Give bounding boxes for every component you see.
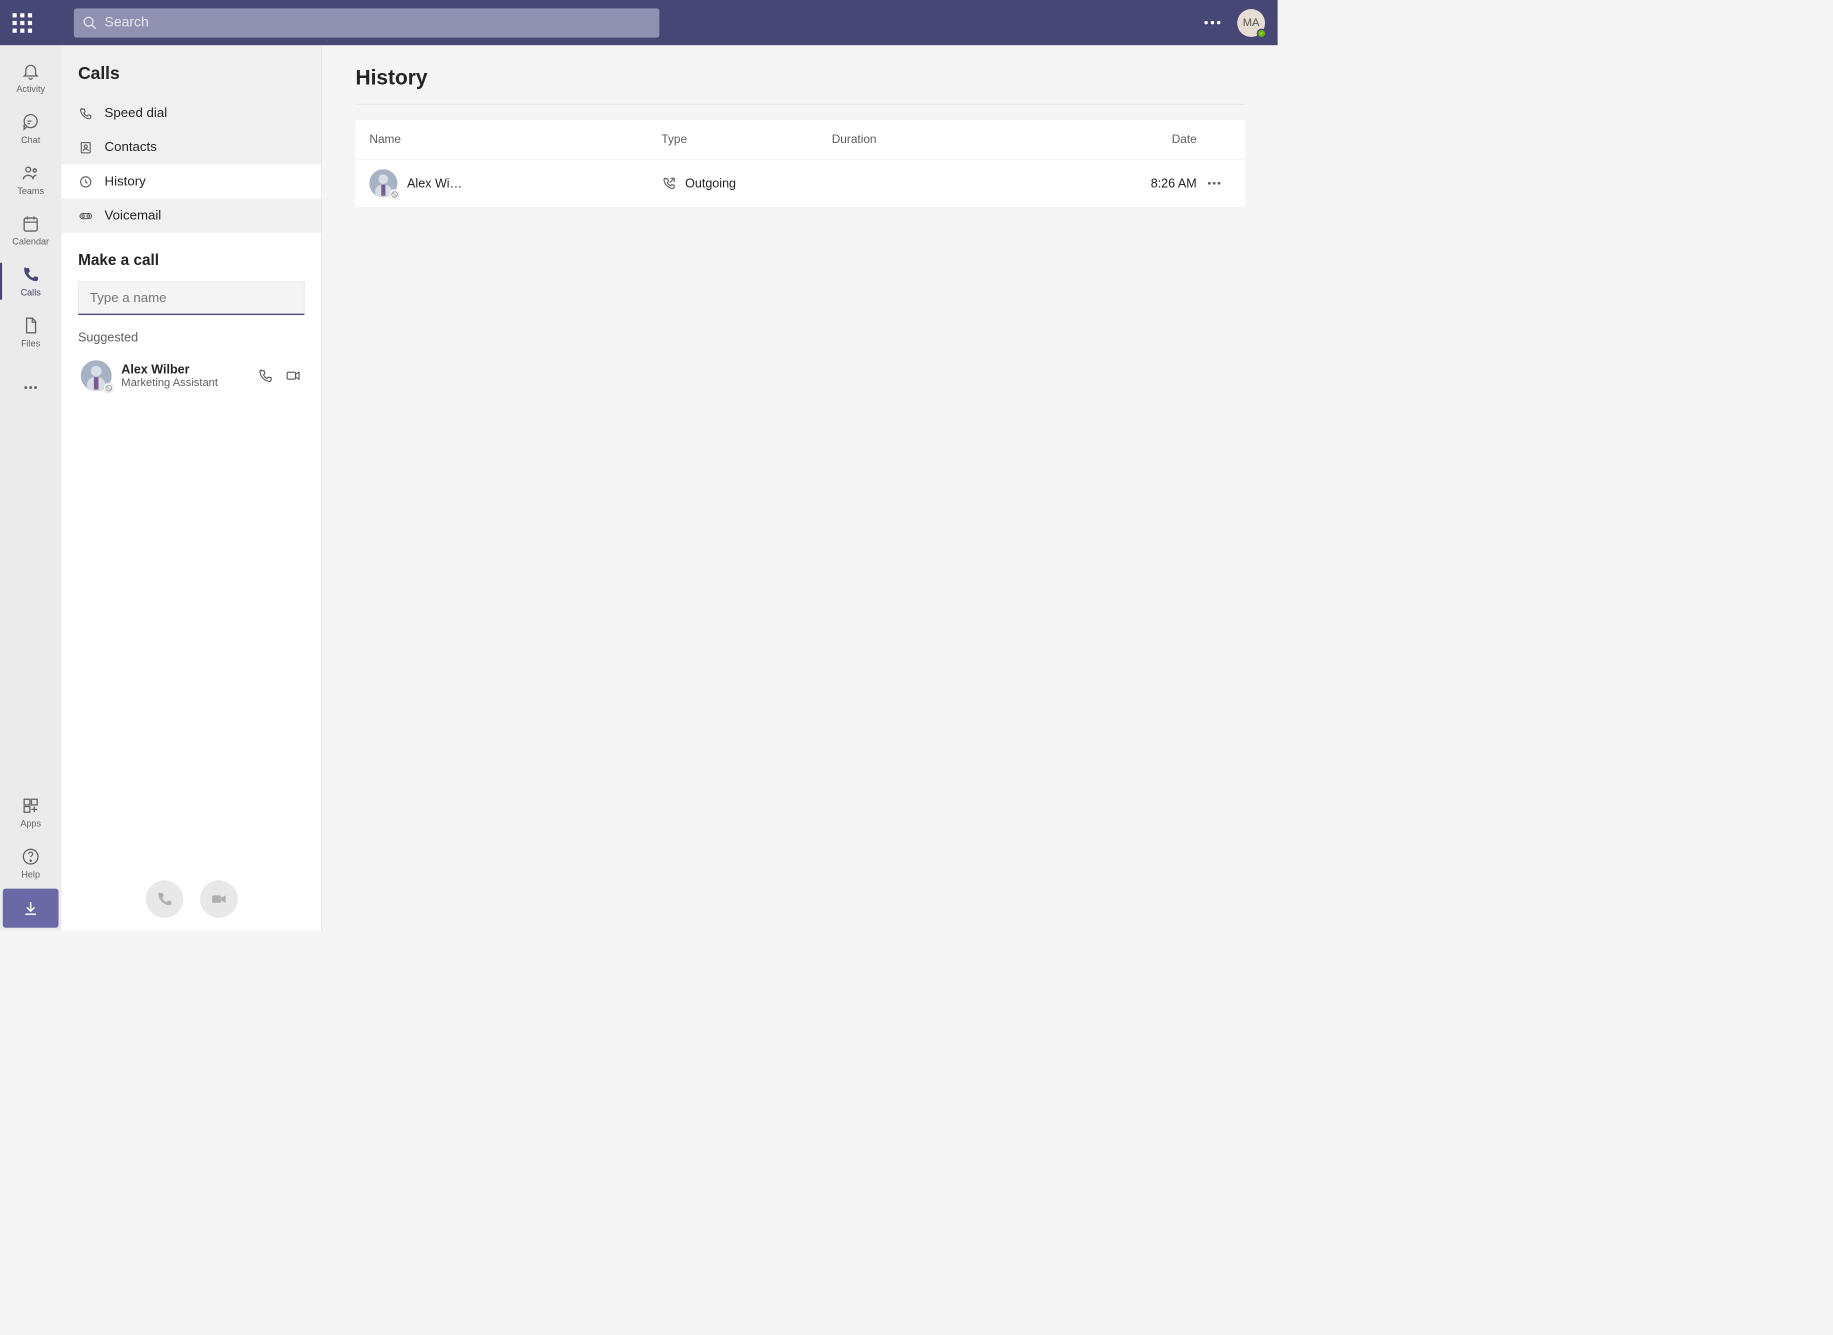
search-box[interactable] <box>74 8 659 37</box>
video-call-button[interactable] <box>200 880 238 918</box>
video-call-icon[interactable] <box>285 367 302 384</box>
contact-title: Marketing Assistant <box>121 377 219 390</box>
row-avatar <box>369 169 397 197</box>
rail-teams[interactable]: Teams <box>0 154 61 205</box>
phone-fill-icon <box>155 890 173 908</box>
more-options-icon[interactable] <box>1204 21 1220 24</box>
history-icon <box>78 174 93 189</box>
row-type: Outgoing <box>685 176 736 191</box>
rail-chat[interactable]: Chat <box>0 103 61 154</box>
rail-help[interactable]: Help <box>0 838 61 889</box>
name-input-wrapper[interactable] <box>78 282 305 315</box>
col-type[interactable]: Type <box>661 132 831 146</box>
avatar-initials: MA <box>1243 16 1260 29</box>
audio-call-icon[interactable] <box>257 367 274 384</box>
phone-icon <box>21 265 41 285</box>
table-row[interactable]: Alex Wi… Outgoing 8:26 AM <box>355 160 1245 207</box>
table-header: Name Type Duration Date <box>355 120 1245 160</box>
outgoing-call-icon <box>661 176 676 191</box>
name-input[interactable] <box>90 290 293 305</box>
top-bar: MA <box>0 0 1278 45</box>
contact-name: Alex Wilber <box>121 362 247 377</box>
rail-calendar[interactable]: Calendar <box>0 205 61 256</box>
rail-files[interactable]: Files <box>0 307 61 358</box>
audio-call-button[interactable] <box>145 880 183 918</box>
presence-offline-icon <box>103 383 113 393</box>
rail-more[interactable] <box>0 362 61 413</box>
row-date: 8:26 AM <box>1026 176 1196 191</box>
download-icon <box>22 899 40 917</box>
phone-outline-icon <box>78 106 93 121</box>
bell-icon <box>21 61 41 81</box>
history-table: Name Type Duration Date Alex W <box>355 120 1245 207</box>
rail-apps[interactable]: Apps <box>0 787 61 838</box>
video-fill-icon <box>209 890 227 908</box>
presence-available-icon <box>1257 28 1267 38</box>
apps-icon <box>21 796 41 816</box>
help-icon <box>21 847 41 867</box>
row-name: Alex Wi… <box>407 176 462 191</box>
app-rail: Activity Chat Teams Calendar Calls Files <box>0 45 61 930</box>
col-name[interactable]: Name <box>369 132 661 146</box>
voicemail-icon <box>78 208 93 223</box>
suggested-label: Suggested <box>78 330 305 345</box>
file-icon <box>21 316 41 336</box>
rail-calls[interactable]: Calls <box>0 256 61 307</box>
search-input[interactable] <box>105 15 651 31</box>
app-launcher-icon[interactable] <box>13 13 33 33</box>
suggested-contact[interactable]: Alex Wilber Marketing Assistant <box>78 356 305 395</box>
history-panel: History Name Type Duration Date <box>322 45 1278 930</box>
col-duration[interactable]: Duration <box>832 132 1027 146</box>
make-a-call: Make a call Suggested Alex Wilber Market… <box>61 233 321 931</box>
nav-voicemail[interactable]: Voicemail <box>61 199 321 233</box>
rail-activity[interactable]: Activity <box>0 52 61 103</box>
calls-sidebar: Calls Speed dial Contacts History Voicem… <box>61 45 322 930</box>
contact-avatar <box>81 360 112 391</box>
search-icon <box>82 15 97 30</box>
history-title: History <box>355 66 1245 104</box>
col-date[interactable]: Date <box>1026 132 1196 146</box>
contacts-icon <box>78 140 93 155</box>
download-button[interactable] <box>3 889 59 928</box>
chat-icon <box>21 112 41 132</box>
make-call-title: Make a call <box>78 251 305 269</box>
teams-icon <box>21 163 41 183</box>
calls-nav: Speed dial Contacts History Voicemail <box>61 96 321 233</box>
nav-contacts[interactable]: Contacts <box>61 130 321 164</box>
presence-offline-icon <box>389 189 399 199</box>
more-icon <box>21 377 41 397</box>
calls-title: Calls <box>78 63 305 83</box>
calendar-icon <box>21 214 41 234</box>
nav-speed-dial[interactable]: Speed dial <box>61 96 321 130</box>
nav-history[interactable]: History <box>61 164 321 198</box>
user-avatar[interactable]: MA <box>1237 9 1265 37</box>
row-more-icon[interactable] <box>1197 182 1232 185</box>
